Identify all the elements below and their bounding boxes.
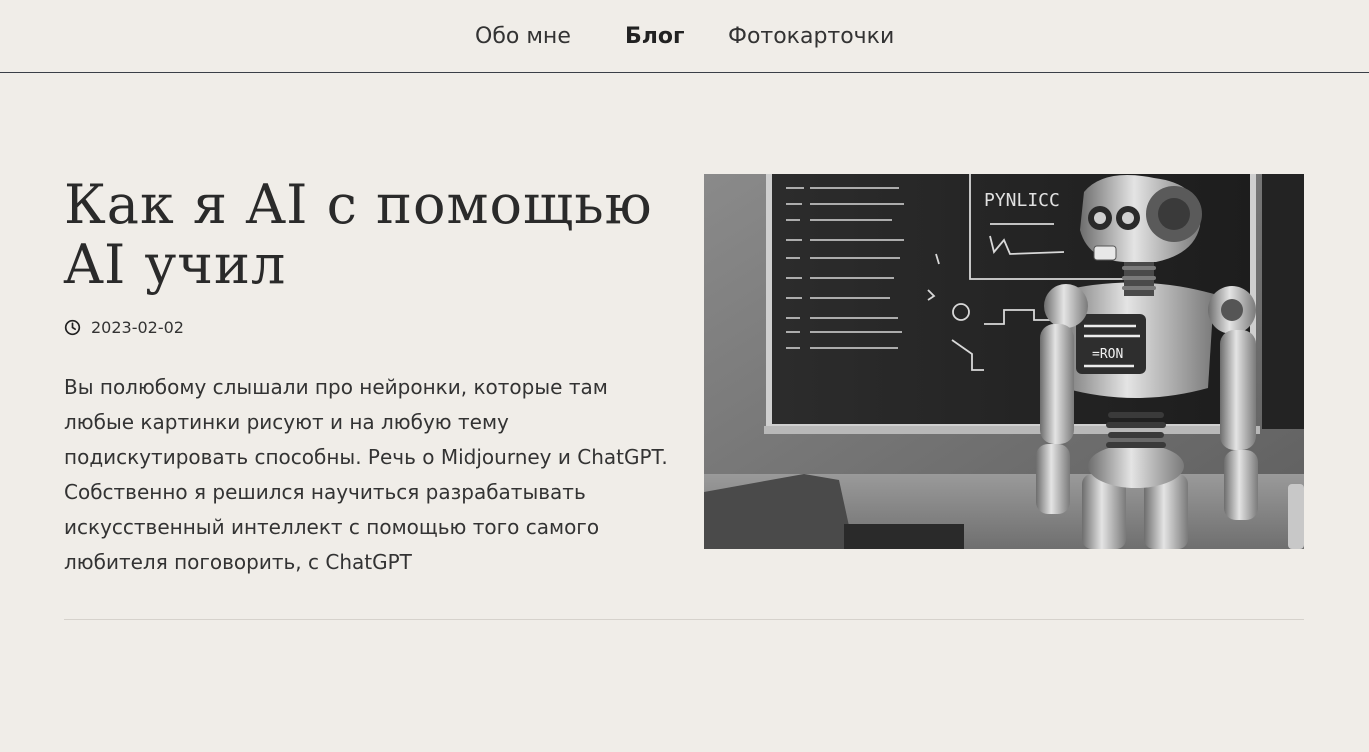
post-date: 2023-02-02 [64,316,184,338]
top-navigation: Обо мне Блог Фотокарточки [0,0,1369,73]
post-cover-image[interactable]: PYNLICC =RON [704,174,1304,549]
nav-link-about[interactable]: Обо мне [475,22,571,52]
svg-text:PYNLICC: PYNLICC [984,190,1060,211]
post-divider [64,619,1304,620]
post-excerpt: Вы полюбому слышали про нейронки, которы… [64,375,668,574]
post-title[interactable]: Как я AI с помощью AI учил [64,175,664,295]
nav-link-blog[interactable]: Блог [625,22,685,52]
nav-link-photos[interactable]: Фотокарточки [728,22,894,52]
post-date-text: 2023-02-02 [91,317,184,337]
clock-icon [64,319,81,335]
svg-text:=RON: =RON [1092,347,1123,362]
